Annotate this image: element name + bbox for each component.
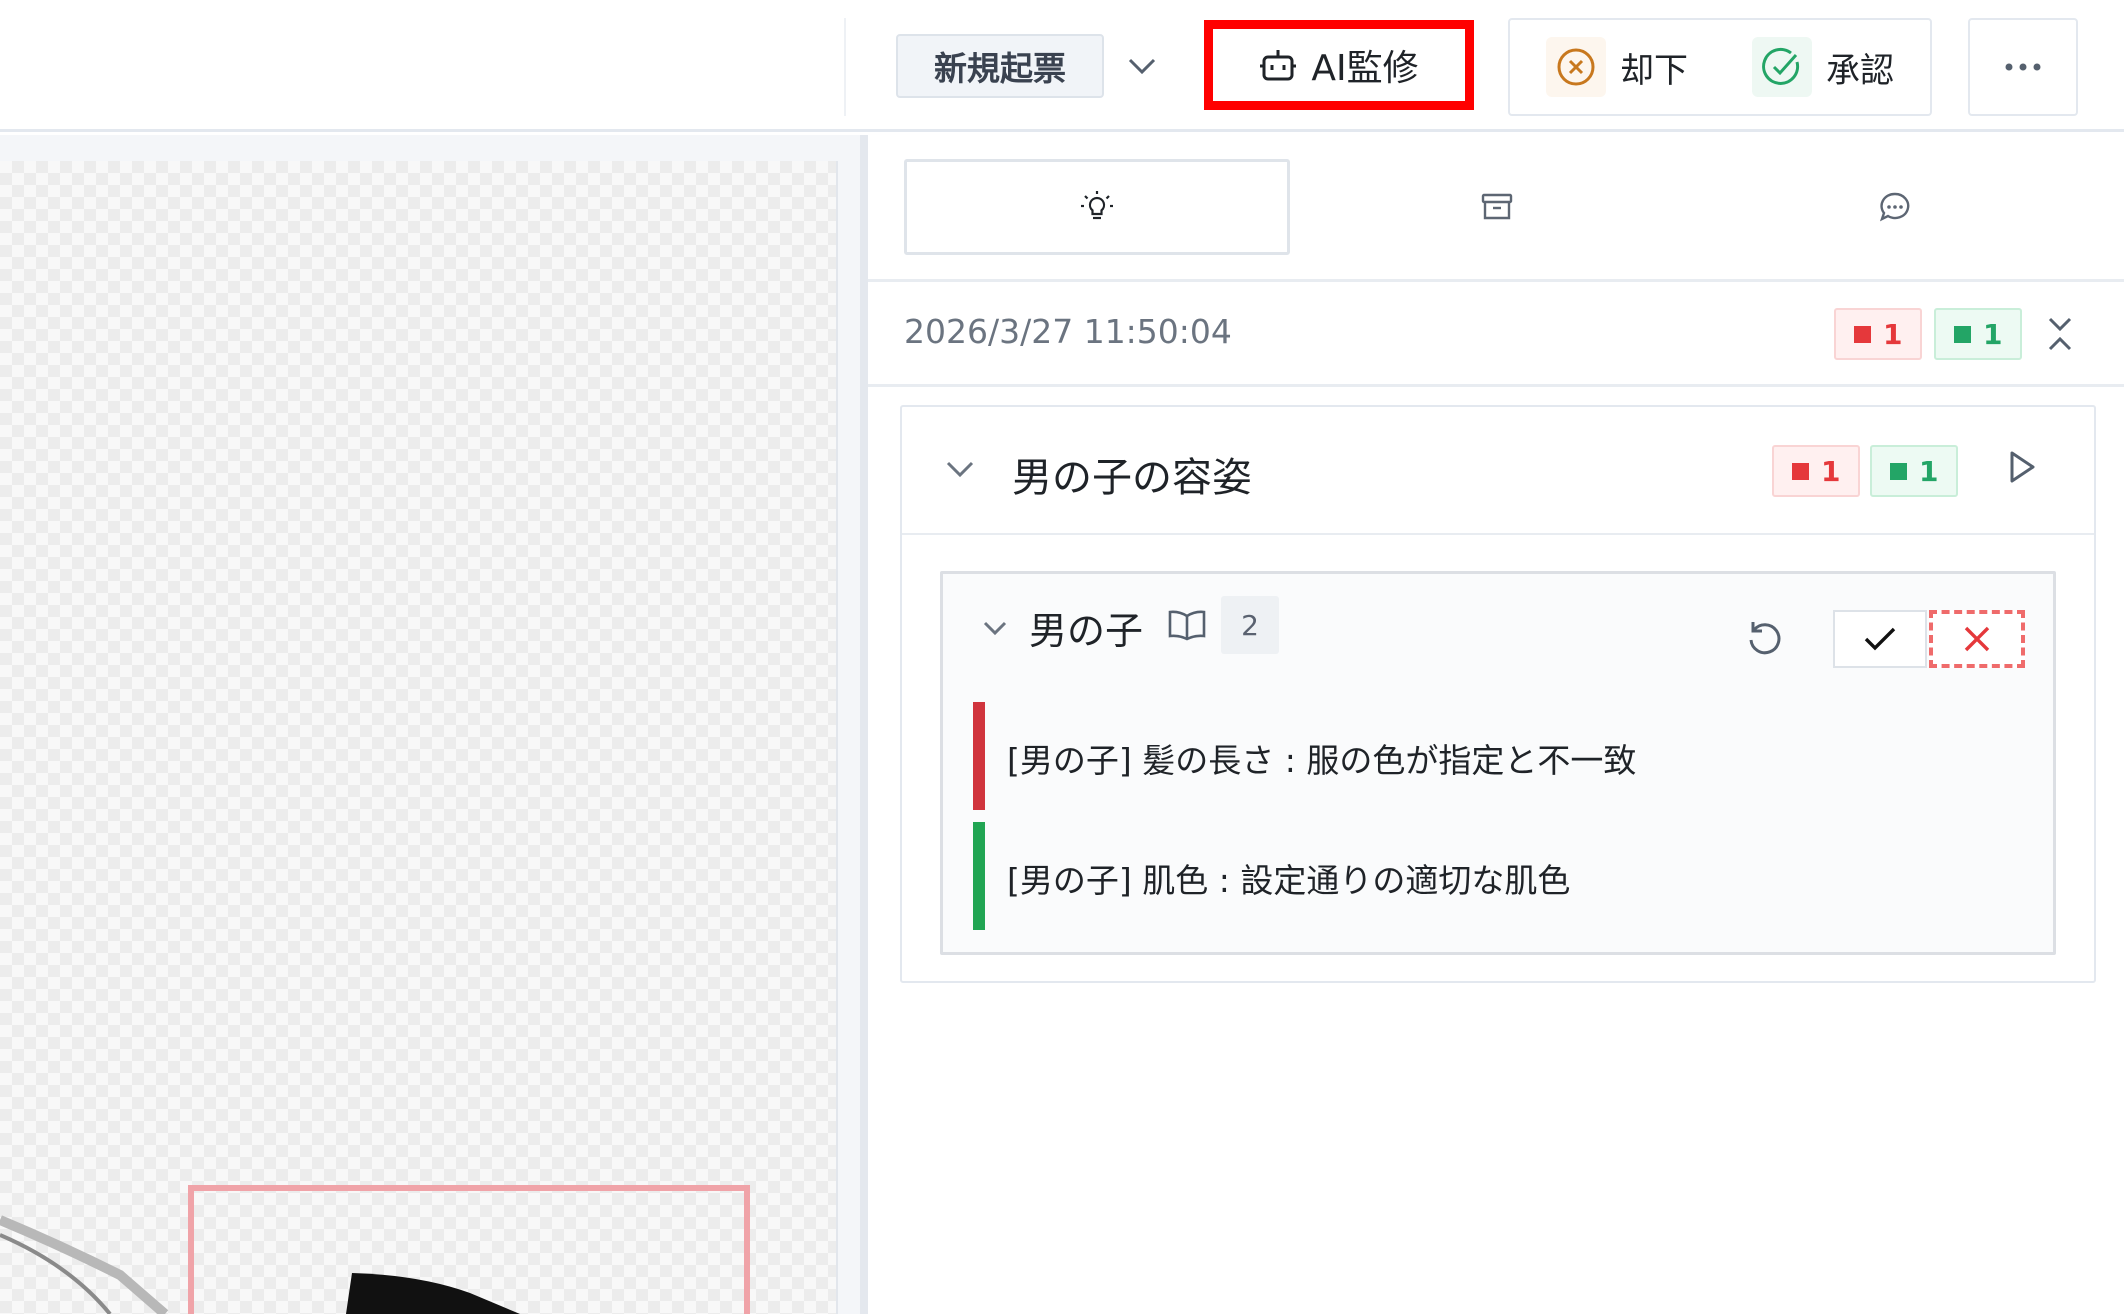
ok-square-icon [1954, 325, 1971, 343]
close-icon [1964, 626, 1990, 652]
tab-comments[interactable] [1702, 159, 2088, 255]
review-panel: 2026/3/27 11:50:04 1 1 男の子の容姿 1 1 男の子 2 … [868, 135, 2124, 1314]
undo-icon [1749, 622, 1781, 655]
play-icon [2010, 451, 2035, 483]
ai-review-label: AI監修 [1311, 48, 1419, 89]
chevron-down-icon [983, 621, 1007, 636]
finding-text: [男の子] 肌色 : 設定通りの適切な肌色 [1007, 861, 1571, 900]
run-section-button[interactable] [2002, 447, 2042, 487]
ok-count: 1 [1983, 317, 2003, 351]
new-ticket-dropdown-button[interactable] [1112, 34, 1172, 98]
ok-count-badge: 1 [1934, 308, 2023, 360]
ng-count: 1 [1883, 317, 1903, 351]
approve-icon-pad [1752, 37, 1812, 97]
new-ticket-button[interactable]: 新規起票 [896, 34, 1104, 98]
more-options-button[interactable] [1968, 18, 2078, 116]
section-ok-badge: 1 [1870, 445, 1959, 497]
finding-item-ng[interactable]: [男の子] 髪の長さ : 服の色が指定と不一致 [973, 702, 1973, 810]
panel-tabs [904, 159, 2104, 255]
collapse-all-button[interactable] [2038, 312, 2082, 356]
ok-status-bar [973, 822, 985, 930]
tab-archive[interactable] [1304, 159, 1690, 255]
reject-item-button[interactable] [1929, 610, 2025, 668]
archive-icon [1481, 193, 1513, 220]
section-ng-badge: 1 [1772, 445, 1861, 497]
reject-icon-pad [1546, 37, 1606, 97]
reject-label: 却下 [1620, 50, 1688, 91]
image-canvas[interactable] [0, 135, 864, 1314]
ai-review-button[interactable]: AI監修 [1204, 20, 1474, 110]
finding-text: [男の子] 髪の長さ : 服の色が指定と不一致 [1007, 741, 1637, 780]
top-toolbar: 新規起票 AI監修 却下 承認 [0, 0, 2124, 132]
check-icon [1864, 627, 1896, 651]
chat-bubble-icon [1879, 192, 1910, 222]
chevron-down-icon [946, 461, 974, 478]
review-section: 男の子の容姿 1 1 男の子 2 [男の子] 髪の長さ: 服の色が指定と不一致… [900, 405, 2096, 983]
check-circle-icon [1762, 47, 1800, 85]
section-toggle[interactable] [940, 449, 980, 489]
ng-square-icon [1792, 462, 1809, 480]
ng-status-bar [973, 702, 985, 810]
more-dots-icon [2005, 63, 2041, 71]
reset-button[interactable] [1743, 616, 1787, 660]
section-ok-count: 1 [1919, 454, 1939, 488]
item-title: 男の子 [1029, 609, 1144, 653]
reject-button[interactable]: 却下 [1546, 34, 1688, 100]
section-title: 男の子の容姿 [1012, 455, 1252, 501]
artwork-preview [0, 1215, 520, 1314]
toolbar-divider [844, 18, 846, 116]
finding-item-ok[interactable]: [男の子] 肌色 : 設定通りの適切な肌色 [973, 822, 1973, 930]
review-item-card: 男の子 2 [男の子] 髪の長さ: 服の色が指定と不一致 [男の子] 肌色:… [940, 571, 2056, 955]
ng-count-badge: 1 [1834, 308, 1923, 360]
section-ng-count: 1 [1821, 454, 1841, 488]
review-timestamp: 2026/3/27 11:50:04 [904, 312, 1232, 351]
ok-square-icon [1890, 462, 1907, 480]
lightbulb-icon [1081, 191, 1113, 220]
tab-suggestions[interactable] [904, 159, 1290, 255]
robot-icon [1260, 50, 1297, 81]
panel-resize-handle[interactable] [860, 135, 868, 1314]
approve-label: 承認 [1826, 50, 1894, 91]
app-root: 新規起票 AI監修 却下 承認 2026/3/27 11:50:04 1 1 男… [0, 0, 2124, 1314]
collapse-icon [2048, 317, 2072, 351]
chevron-down-icon [1128, 58, 1156, 75]
approve-button[interactable]: 承認 [1752, 34, 1894, 100]
review-run-header: 2026/3/27 11:50:04 1 1 [868, 282, 2124, 386]
accept-button[interactable] [1833, 610, 1927, 668]
section-header[interactable]: 男の子の容姿 1 1 [902, 407, 2094, 535]
decision-button-group: 却下 承認 [1508, 18, 1932, 116]
new-ticket-label: 新規起票 [934, 49, 1066, 88]
book-icon [1168, 610, 1206, 641]
item-reference-count: 2 [1221, 596, 1279, 654]
x-circle-icon [1557, 48, 1595, 86]
header-divider [868, 384, 2124, 387]
detection-highlight-box[interactable] [188, 1185, 750, 1314]
ng-square-icon [1854, 325, 1871, 343]
reference-book-button[interactable] [1165, 604, 1209, 648]
item-toggle[interactable] [977, 610, 1013, 646]
